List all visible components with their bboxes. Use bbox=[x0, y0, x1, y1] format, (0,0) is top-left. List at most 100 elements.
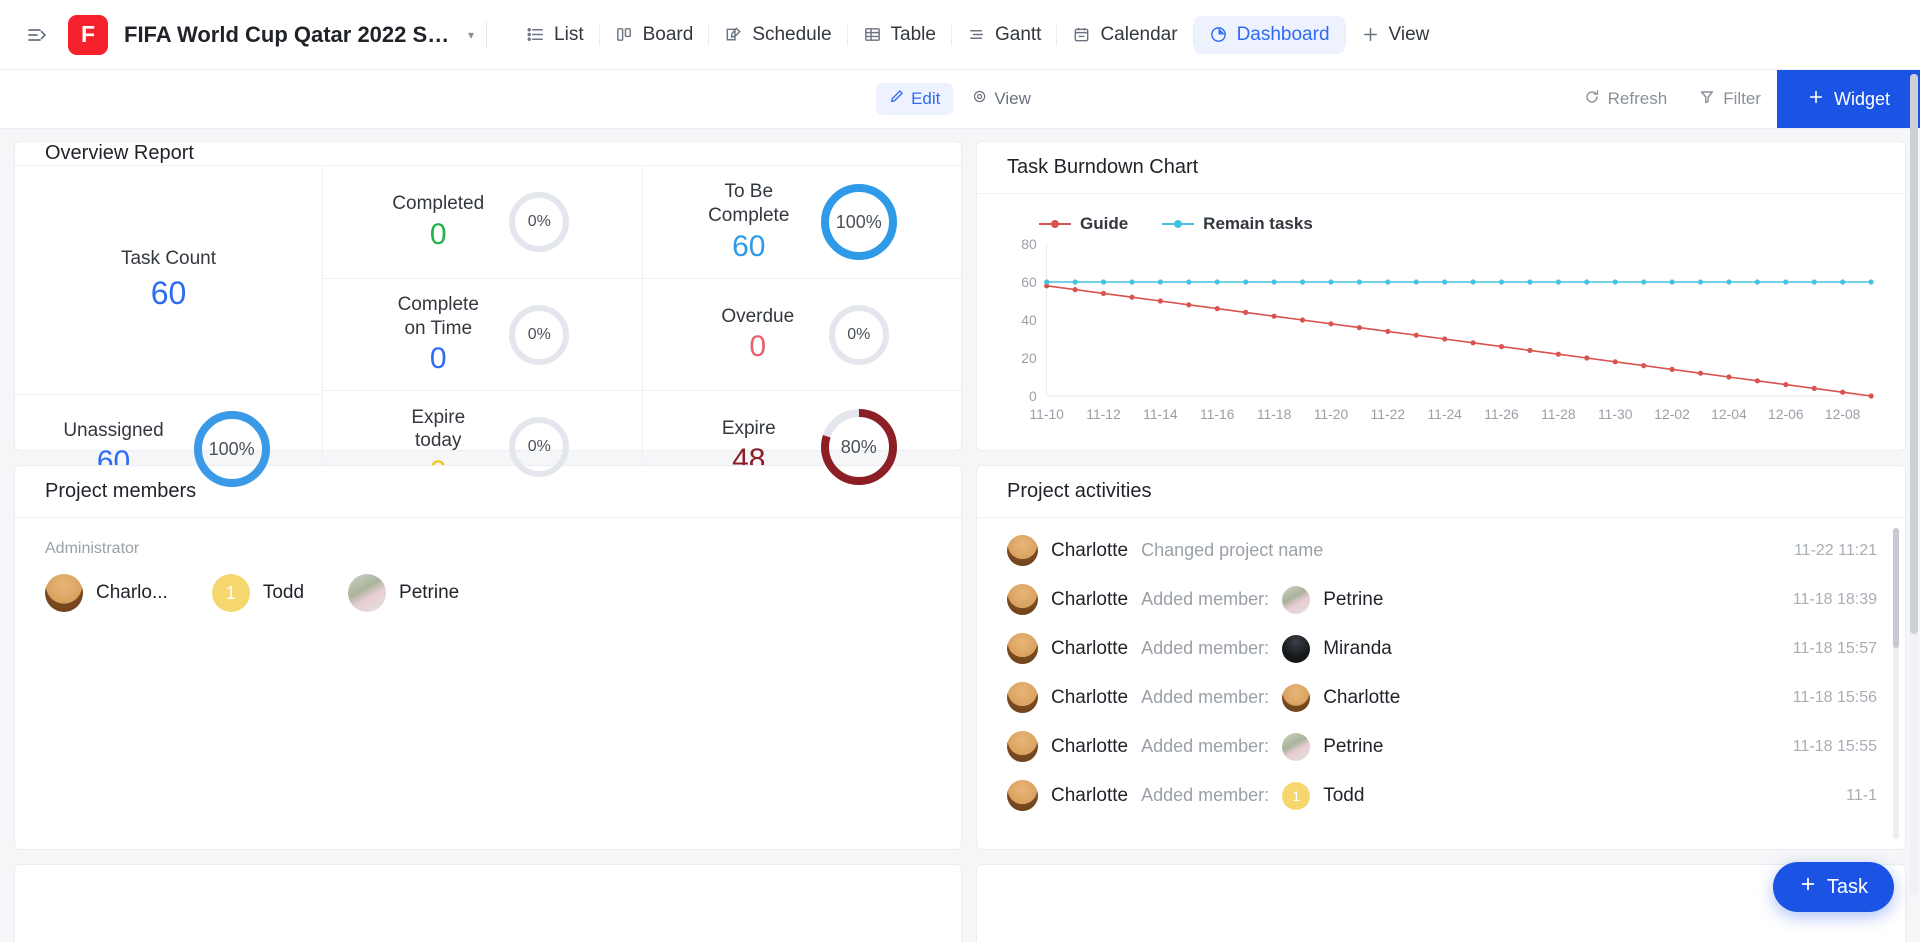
gantt-icon bbox=[967, 25, 986, 44]
legend-item-guide[interactable]: Guide bbox=[1039, 214, 1128, 234]
tab-dashboard[interactable]: Dashboard bbox=[1194, 16, 1345, 54]
filter-button[interactable]: Filter bbox=[1683, 82, 1777, 117]
donut-completed: 0% bbox=[506, 189, 572, 255]
tab-list[interactable]: List bbox=[511, 16, 599, 54]
activity-row: Charlotte Added member: Petrine 11-18 18… bbox=[977, 575, 1905, 624]
toolbar-actions: Refresh Filter Widget bbox=[1568, 70, 1920, 128]
filter-label: Filter bbox=[1723, 89, 1761, 109]
refresh-icon bbox=[1584, 89, 1600, 110]
plus-icon bbox=[1361, 25, 1380, 44]
widget-row-1: Overview Report Task Count 60 Unassigned… bbox=[14, 141, 1906, 451]
chevron-down-icon[interactable]: ▾ bbox=[468, 28, 474, 42]
metric-task-count: Task Count 60 bbox=[15, 166, 322, 395]
tab-schedule[interactable]: Schedule bbox=[709, 16, 846, 54]
view-tabs: List Board Schedule bbox=[511, 16, 1444, 54]
legend-item-remain-tasks[interactable]: Remain tasks bbox=[1162, 214, 1313, 234]
add-widget-button[interactable]: Widget bbox=[1777, 70, 1920, 128]
member-item[interactable]: 1 Todd bbox=[212, 574, 304, 612]
svg-text:0: 0 bbox=[1029, 388, 1037, 404]
chart-legend: Guide Remain tasks bbox=[999, 208, 1883, 234]
tab-board[interactable]: Board bbox=[600, 16, 709, 54]
svg-text:11-18: 11-18 bbox=[1257, 406, 1292, 422]
overview-grid: Task Count 60 Unassigned 60 bbox=[15, 166, 961, 503]
donut-expire: 80% bbox=[817, 405, 901, 489]
activity-verb: Added member: bbox=[1141, 687, 1269, 708]
sidebar-toggle-icon[interactable] bbox=[20, 18, 54, 52]
activity-actor: Charlotte bbox=[1051, 540, 1128, 562]
activities-scrollbar[interactable] bbox=[1893, 528, 1899, 839]
svg-text:12-06: 12-06 bbox=[1768, 406, 1804, 422]
activity-target: Todd bbox=[1323, 785, 1364, 807]
legend-label: Remain tasks bbox=[1203, 214, 1313, 234]
metric-label: Unassigned bbox=[63, 419, 163, 443]
avatar bbox=[1007, 682, 1038, 713]
list-icon bbox=[526, 25, 545, 44]
tab-label: Schedule bbox=[752, 24, 831, 46]
activity-actor: Charlotte bbox=[1051, 638, 1128, 660]
overview-metrics-row: Complete on Time 0 0% bbox=[323, 279, 961, 391]
add-view-label: View bbox=[1389, 24, 1430, 46]
activity-target: Petrine bbox=[1323, 589, 1383, 611]
schedule-icon bbox=[724, 25, 743, 44]
add-task-button[interactable]: Task bbox=[1773, 862, 1894, 912]
tab-label: Dashboard bbox=[1237, 24, 1330, 46]
member-item[interactable]: Petrine bbox=[348, 574, 459, 612]
metric-value: 0 bbox=[392, 218, 484, 252]
top-bar: F FIFA World Cup Qatar 2022 Sche... ▾ Li… bbox=[0, 0, 1920, 70]
tab-table[interactable]: Table bbox=[848, 16, 951, 54]
project-activities-widget: Project activities Charlotte Changed pro… bbox=[976, 465, 1906, 850]
activity-row: Charlotte Changed project name 11-22 11:… bbox=[977, 526, 1905, 575]
activity-row: Charlotte Added member: 1 Todd 11-1 bbox=[977, 771, 1905, 820]
tab-label: Gantt bbox=[995, 24, 1041, 46]
donut-expire-today: 0% bbox=[506, 414, 572, 480]
view-mode-button[interactable]: View bbox=[959, 83, 1044, 115]
svg-text:11-22: 11-22 bbox=[1371, 406, 1406, 422]
member-item[interactable]: Charlo... bbox=[45, 574, 168, 612]
activity-actor: Charlotte bbox=[1051, 736, 1128, 758]
project-members-widget: Project members Administrator Charlo... … bbox=[14, 465, 962, 850]
tab-calendar[interactable]: Calendar bbox=[1057, 16, 1192, 54]
donut-overdue: 0% bbox=[826, 302, 892, 368]
activity-actor: Charlotte bbox=[1051, 785, 1128, 807]
donut-percent: 0% bbox=[528, 213, 551, 231]
add-view-button[interactable]: View bbox=[1346, 16, 1445, 54]
activity-target: Charlotte bbox=[1323, 687, 1400, 709]
donut-to-be-complete: 100% bbox=[817, 180, 901, 264]
filter-icon bbox=[1699, 89, 1715, 110]
activity-row: Charlotte Added member: Charlotte 11-18 … bbox=[977, 673, 1905, 722]
metric-label: Expire today bbox=[392, 406, 484, 453]
svg-text:40: 40 bbox=[1021, 312, 1037, 328]
tab-label: Board bbox=[643, 24, 694, 46]
donut-percent: 0% bbox=[528, 438, 551, 456]
svg-text:20: 20 bbox=[1021, 350, 1037, 366]
add-task-label: Task bbox=[1827, 876, 1868, 899]
burndown-chart: Guide Remain tasks 02040608011-1011-1211… bbox=[977, 194, 1905, 450]
edit-mode-button[interactable]: Edit bbox=[876, 83, 953, 115]
activity-verb: Added member: bbox=[1141, 638, 1269, 659]
pencil-icon bbox=[889, 89, 904, 109]
donut-unassigned: 100% bbox=[190, 407, 274, 491]
donut-percent: 80% bbox=[841, 437, 877, 458]
widget-row-2: Project members Administrator Charlo... … bbox=[14, 465, 1906, 850]
widget-row-3 bbox=[14, 864, 1906, 942]
tab-gantt[interactable]: Gantt bbox=[952, 16, 1056, 54]
donut-percent: 100% bbox=[209, 439, 255, 460]
svg-text:12-02: 12-02 bbox=[1654, 406, 1690, 422]
avatar bbox=[1007, 633, 1038, 664]
overview-left-column: Task Count 60 Unassigned 60 bbox=[15, 166, 323, 503]
tab-label: Table bbox=[891, 24, 936, 46]
member-name: Todd bbox=[263, 582, 304, 604]
avatar bbox=[1007, 731, 1038, 762]
metric-label: Overdue bbox=[712, 305, 804, 329]
metric-label: Task Count bbox=[121, 248, 216, 270]
page-scrollbar[interactable] bbox=[1910, 74, 1918, 894]
metric-label: Complete on Time bbox=[392, 293, 484, 340]
avatar bbox=[1007, 584, 1038, 615]
activities-list[interactable]: Charlotte Changed project name 11-22 11:… bbox=[977, 518, 1905, 849]
eye-icon bbox=[972, 89, 987, 109]
tab-label: List bbox=[554, 24, 584, 46]
refresh-button[interactable]: Refresh bbox=[1568, 82, 1684, 117]
avatar bbox=[1007, 780, 1038, 811]
page-title: FIFA World Cup Qatar 2022 Sche... bbox=[124, 22, 454, 48]
avatar bbox=[348, 574, 386, 612]
